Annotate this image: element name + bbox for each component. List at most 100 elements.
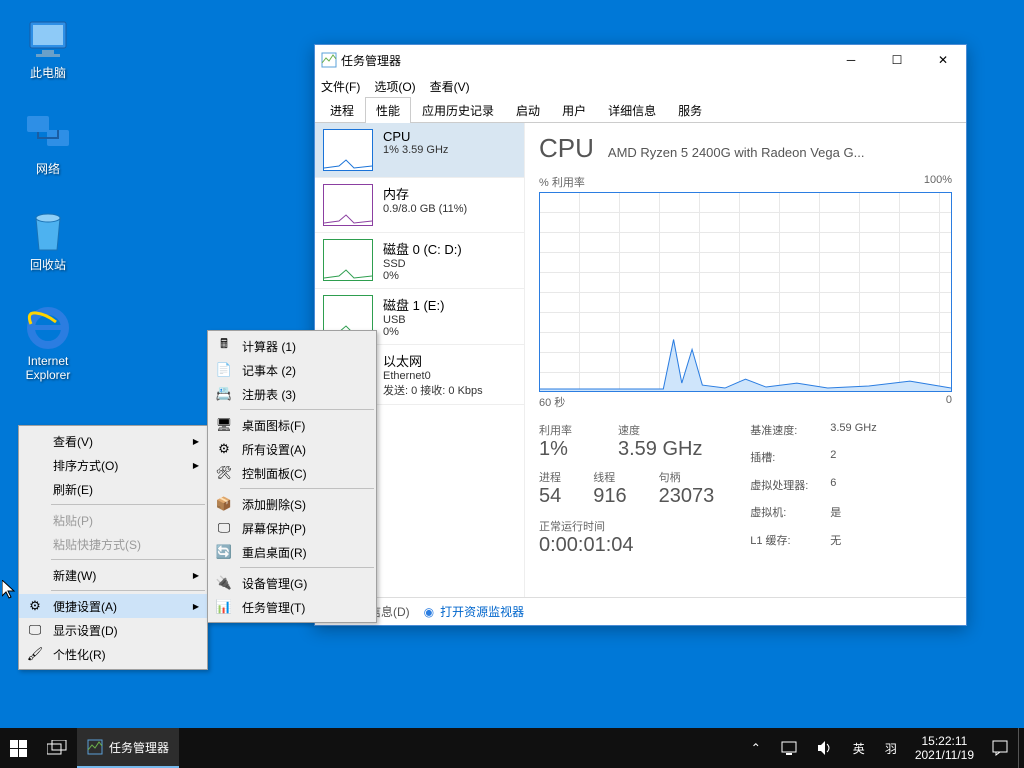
start-button[interactable] (0, 728, 37, 768)
perf-item-cpu[interactable]: CPU 1% 3.59 GHz (315, 123, 524, 178)
tab-users[interactable]: 用户 (551, 97, 597, 123)
menu-item[interactable]: 查看(V) (19, 429, 207, 453)
notifications-icon[interactable] (982, 728, 1018, 768)
menu-label: 桌面图标(F) (242, 417, 305, 434)
menu-view[interactable]: 查看(V) (430, 78, 470, 95)
stat-value: 54 (539, 485, 561, 508)
menu-item[interactable]: 🖵屏幕保护(P) (208, 516, 376, 540)
mouse-cursor (2, 580, 18, 600)
menu-icon: 📄 (215, 361, 233, 379)
spec-key: 虚拟机: (750, 504, 830, 529)
separator (51, 504, 205, 505)
cpu-title: CPU (539, 133, 594, 164)
menu-item[interactable]: ⚙所有设置(A) (208, 437, 376, 461)
menu-icon: 🔌 (215, 574, 233, 592)
menu-file[interactable]: 文件(F) (321, 78, 360, 95)
stat-value: 1% (539, 438, 572, 461)
menu-label: 任务管理(T) (242, 599, 305, 616)
desktop-icon-ie[interactable]: Internet Explorer (10, 304, 86, 382)
utilization-max: 100% (924, 174, 952, 190)
taskbar-task-label: 任务管理器 (109, 739, 169, 756)
ime-mode[interactable]: 羽 (875, 728, 907, 768)
menu-options[interactable]: 选项(O) (374, 78, 415, 95)
desktop-icon-network[interactable]: 网络 (10, 112, 86, 176)
menu-label: 控制面板(C) (242, 465, 307, 482)
spec-val: 2 (830, 449, 876, 474)
menu-item[interactable]: 📄 记事本 (2) (208, 358, 376, 382)
menu-item[interactable]: 📇注册表 (3) (208, 382, 376, 406)
desktop-icon-this-pc[interactable]: 此电脑 (10, 16, 86, 80)
menu-item[interactable]: 排序方式(O) (19, 453, 207, 477)
task-manager-window: 任务管理器 ─ ☐ ✕ 文件(F) 选项(O) 查看(V) 进程 性能 应用历史… (314, 44, 967, 626)
spec-key: 虚拟处理器: (750, 477, 830, 502)
stat-value: 916 (593, 485, 626, 508)
separator (240, 488, 374, 489)
show-desktop-button[interactable] (1018, 728, 1024, 768)
menu-label: 粘贴快捷方式(S) (53, 536, 141, 553)
menu-item[interactable]: 📊 任务管理(T) (208, 595, 376, 619)
perf-title: 磁盘 1 (E:) (383, 295, 444, 314)
network-tray-icon[interactable] (771, 728, 807, 768)
cpu-chart[interactable] (539, 192, 952, 392)
menu-item[interactable]: 📦添加删除(S) (208, 492, 376, 516)
cpu-model: AMD Ryzen 5 2400G with Radeon Vega G... (608, 145, 865, 160)
menu-icon: 📇 (215, 385, 233, 403)
menu-label: 排序方式(O) (53, 457, 118, 474)
maximize-button[interactable]: ☐ (874, 45, 920, 75)
menu-label: 记事本 (2) (242, 362, 296, 379)
menu-item[interactable]: 新建(W) (19, 563, 207, 587)
spec-val: 6 (830, 477, 876, 502)
menu-item[interactable]: 刷新(E) (19, 477, 207, 501)
taskbar-task-manager[interactable]: 任务管理器 (77, 728, 179, 768)
desktop-icon-recycle-bin[interactable]: 回收站 (10, 208, 86, 272)
minimize-button[interactable]: ─ (828, 45, 874, 75)
tab-performance[interactable]: 性能 (365, 97, 411, 123)
perf-title: 磁盘 0 (C: D:) (383, 239, 462, 258)
volume-tray-icon[interactable] (807, 728, 843, 768)
menu-item[interactable]: 🖵显示设置(D) (19, 618, 207, 642)
clock[interactable]: 15:22:11 2021/11/19 (907, 734, 982, 762)
desktop-icon-label: 回收站 (10, 258, 86, 272)
tab-processes[interactable]: 进程 (319, 97, 365, 123)
perf-sub: 0.9/8.0 GB (11%) (383, 203, 467, 215)
cpu-spec-grid: 基准速度:3.59 GHz插槽:2虚拟处理器:6虚拟机:是L1 缓存:无 (750, 422, 876, 557)
perf-item--[interactable]: 内存 0.9/8.0 GB (11%) (315, 178, 524, 233)
menubar: 文件(F) 选项(O) 查看(V) (315, 75, 966, 97)
menu-item[interactable]: 🖌个性化(R) (19, 642, 207, 666)
tab-startup[interactable]: 启动 (505, 97, 551, 123)
menu-icon: 📦 (215, 495, 233, 513)
axis-right: 0 (946, 394, 952, 410)
titlebar[interactable]: 任务管理器 ─ ☐ ✕ (315, 45, 966, 75)
menu-item[interactable]: 🖩计算器 (1) (208, 334, 376, 358)
menu-item[interactable]: 🛠控制面板(C) (208, 461, 376, 485)
tray-chevron-icon[interactable]: ⌃ (741, 728, 771, 768)
spec-key: 基准速度: (750, 422, 830, 447)
task-view-button[interactable] (37, 728, 77, 768)
menu-item[interactable]: 🔌设备管理(G) (208, 571, 376, 595)
menu-label: 查看(V) (53, 433, 93, 450)
perf-title: CPU (383, 129, 448, 144)
perf-thumb (323, 184, 373, 226)
tab-services[interactable]: 服务 (667, 97, 713, 123)
open-resource-monitor-link[interactable]: 打开资源监视器 (440, 603, 524, 620)
ie-icon (24, 304, 72, 352)
menu-label: 屏幕保护(P) (242, 520, 306, 537)
stat-value: 23073 (659, 485, 715, 508)
menu-label: 显示设置(D) (53, 622, 118, 639)
tab-app-history[interactable]: 应用历史记录 (411, 97, 505, 123)
network-icon (24, 112, 72, 160)
perf-sub: 0% (383, 326, 444, 338)
menu-icon: ⚙ (215, 440, 233, 458)
menu-icon: 📊 (215, 598, 233, 616)
ime-indicator[interactable]: 英 (843, 728, 875, 768)
desktop-icon-label: 网络 (10, 162, 86, 176)
stat-value: 3.59 GHz (618, 438, 702, 461)
separator (240, 409, 374, 410)
perf-item--0-c-d-[interactable]: 磁盘 0 (C: D:) SSD 0% (315, 233, 524, 289)
menu-item[interactable]: ⚙便捷设置(A) (19, 594, 207, 618)
stat-label: 进程 (539, 469, 561, 485)
menu-item[interactable]: 🖥桌面图标(F) (208, 413, 376, 437)
tab-details[interactable]: 详细信息 (597, 97, 667, 123)
menu-item[interactable]: 🔄重启桌面(R) (208, 540, 376, 564)
close-button[interactable]: ✕ (920, 45, 966, 75)
